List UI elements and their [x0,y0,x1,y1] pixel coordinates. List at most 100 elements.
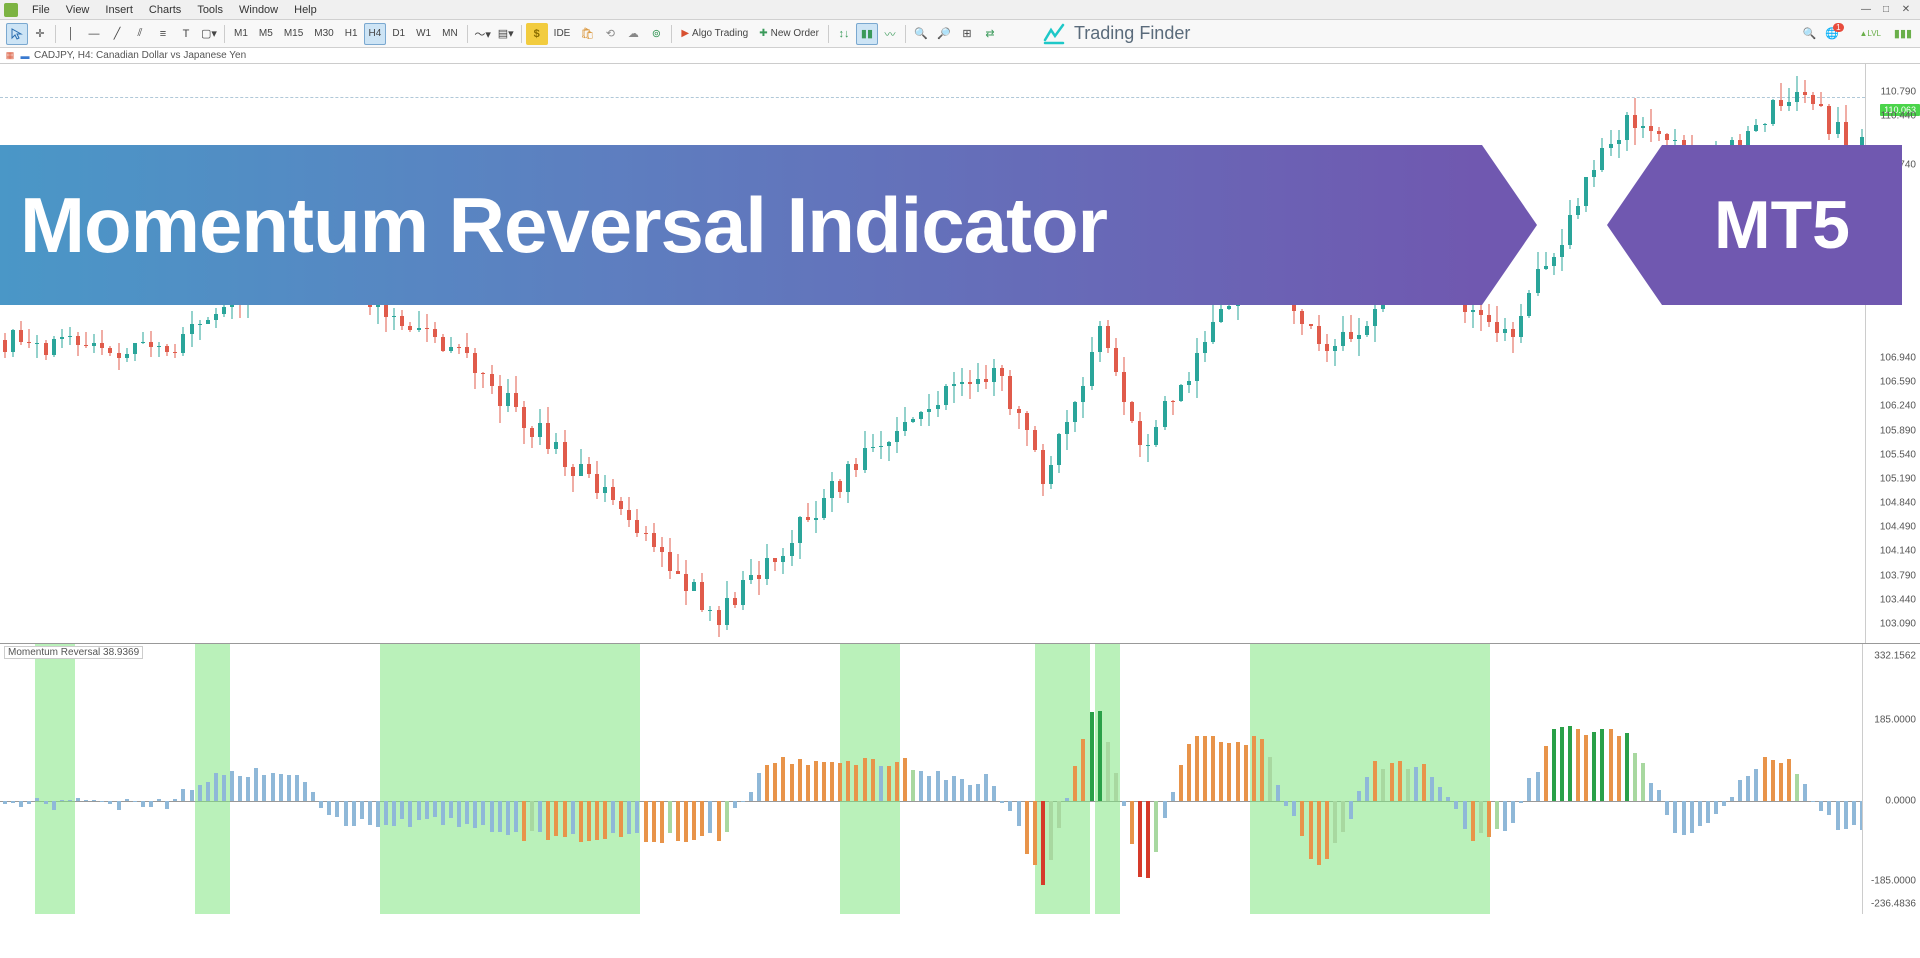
indicator-tool[interactable]: 〰 [879,23,901,45]
timeframe-m15[interactable]: M15 [279,23,308,45]
indicator-bar [465,801,469,824]
indicator-bar [1795,774,1799,801]
indicator-bar [1584,735,1588,800]
objects-tool[interactable]: ▢▾ [198,23,220,45]
menu-window[interactable]: Window [231,2,286,18]
indicator-bar [190,790,194,800]
indicator-bar [490,801,494,832]
maximize-button[interactable]: □ [1876,4,1896,15]
timeframe-h4[interactable]: H4 [364,23,387,45]
indicator-bar [1479,801,1483,833]
banner-right-text: MT5 [1714,186,1850,264]
indicator-bar [506,801,510,835]
indicator-bar [1738,780,1742,800]
indicator-bar [514,801,518,832]
algo-label: Algo Trading [692,28,748,39]
indicator-bar [571,801,575,834]
fib-tool[interactable]: ≡ [152,23,174,45]
indicator-bar [1454,801,1458,809]
indicator-bar [1227,743,1231,801]
mql-icon[interactable]: ⊚ [645,23,667,45]
timeframe-group: M1M5M15M30H1H4D1W1MN [229,23,463,45]
indicator-zone [380,644,605,914]
symbol-title: CADJPY, H4: Canadian Dollar vs Japanese … [34,50,246,61]
template-tool[interactable]: ▤▾ [495,23,517,45]
shift-chart-tool[interactable]: ↕↓ [833,23,855,45]
menu-charts[interactable]: Charts [141,2,189,18]
algo-trading-button[interactable]: ▶Algo Trading [676,23,753,45]
new-order-button[interactable]: ✚New Order [754,23,824,45]
minimize-button[interactable]: — [1856,4,1876,15]
close-button[interactable]: ✕ [1896,4,1916,15]
indicator-bar [1779,763,1783,801]
indicator-bar [1390,763,1394,801]
timeframe-d1[interactable]: D1 [387,23,410,45]
price-tick: 110.790 [1881,87,1916,98]
indicator-canvas [0,644,1862,914]
autoscroll-tool[interactable]: ▮▮ [856,23,878,45]
indicator-bar [344,801,348,826]
timeframe-h1[interactable]: H1 [340,23,363,45]
price-tick: 105.190 [1880,473,1916,484]
indicator-bar [1698,801,1702,826]
trendline-tool[interactable]: ╱ [106,23,128,45]
market-icon[interactable]: 🛍 [576,23,598,45]
indicator-bar [295,775,299,801]
indicator-bar [376,801,380,827]
indicator-bar [635,801,639,833]
indicator-bar [1268,757,1272,800]
indicator-bar [165,801,169,809]
cursor-tool[interactable] [6,23,28,45]
dollar-icon[interactable]: $ [526,23,548,45]
connection-icon[interactable]: ▮▮▮ [1892,23,1914,45]
indicator-bar [335,801,339,817]
indicator-bar [644,801,648,843]
indicator-bar [603,801,607,839]
indicator-bar [1552,729,1556,800]
indicator-bar [944,780,948,801]
indicator-bar [790,764,794,801]
arrange-tool[interactable]: ⇄ [979,23,1001,45]
menu-help[interactable]: Help [286,2,325,18]
timeframe-m1[interactable]: M1 [229,23,253,45]
tile-tool[interactable]: ⊞ [956,23,978,45]
zoom-out-tool[interactable]: 🔎 [933,23,955,45]
indicator-bar [1609,729,1613,801]
indicator-bar [627,801,631,834]
indicator-bar [360,801,364,819]
menu-tools[interactable]: Tools [189,2,231,18]
indicator-subwindow[interactable]: Momentum Reversal 38.9369 332.1562185.00… [0,644,1920,914]
signals-icon[interactable]: ⟲ [599,23,621,45]
timeframe-m30[interactable]: M30 [309,23,338,45]
indicator-bar [887,766,891,801]
vline-tool[interactable]: │ [60,23,82,45]
indicator-bar [684,801,688,842]
indicator-bar [595,801,599,840]
search-icon[interactable]: 🔍 [1798,23,1820,45]
zoom-in-tool[interactable]: 🔍 [910,23,932,45]
menu-view[interactable]: View [58,2,98,18]
hline-tool[interactable]: — [83,23,105,45]
level-indicator[interactable]: ▲LVL [1854,23,1886,45]
timeframe-w1[interactable]: W1 [411,23,436,45]
menu-file[interactable]: File [24,2,58,18]
indicator-bar [1495,801,1499,829]
channel-tool[interactable]: ⫽ [129,23,151,45]
indicator-bar [1236,742,1240,801]
ide-button[interactable]: IDE [549,23,576,45]
crosshair-tool[interactable]: ✛ [29,23,51,45]
text-tool[interactable]: T [175,23,197,45]
indicator-bar [222,775,226,801]
vps-icon[interactable]: ☁ [622,23,644,45]
indicator-bar [1471,801,1475,842]
timeframe-m5[interactable]: M5 [254,23,278,45]
indicator-bar [1503,801,1507,831]
indicator-bar [1276,785,1280,801]
notification-icon[interactable]: 🌐1 [1826,23,1848,45]
banner-main: Momentum Reversal Indicator [0,145,1482,305]
indicator-bar [854,765,858,800]
timeframe-mn[interactable]: MN [437,23,463,45]
line-chart-tool[interactable]: 〜▾ [472,23,494,45]
menu-insert[interactable]: Insert [97,2,141,18]
indicator-bar [206,782,210,801]
